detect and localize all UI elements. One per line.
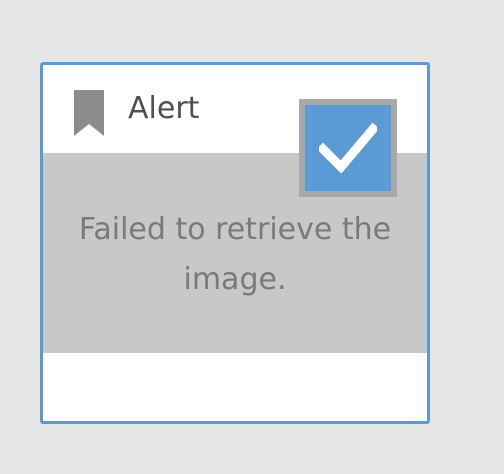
partial-heading [52,0,62,9]
checkbox-fill [305,105,391,191]
tile-title: Alert [128,91,200,126]
bookmark-icon [74,90,104,136]
tile-view: Alert Failed to retrieve the image. [0,0,504,474]
check-icon [319,122,377,174]
select-checkbox[interactable] [299,99,397,197]
image-error-message: Failed to retrieve the image. [78,212,392,297]
alert-tile[interactable]: Alert Failed to retrieve the image. [40,62,430,424]
